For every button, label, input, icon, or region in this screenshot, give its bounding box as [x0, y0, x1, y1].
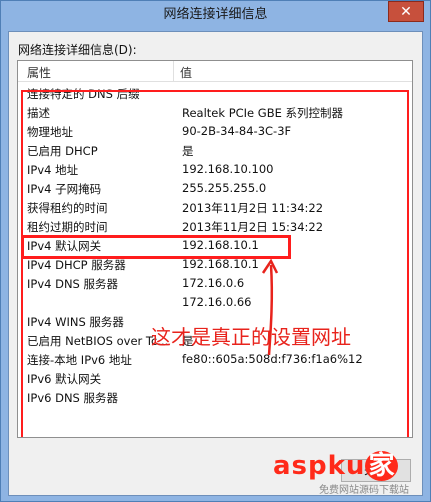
watermark-subtitle: 免费网站源码下载站	[319, 485, 409, 496]
row-property: 已启用 DHCP	[27, 144, 98, 158]
table-row[interactable]: 连接-本地 IPv6 地址 fe80::605a:508d:f736:f1a6%1…	[18, 350, 412, 369]
row-value: 2013年11月2日 15:34:22	[182, 220, 324, 234]
close-window-button[interactable]: ✕	[388, 1, 424, 22]
row-value: 90-2B-34-84-3C-3F	[182, 124, 292, 138]
row-value: 255.255.255.0	[182, 181, 267, 195]
row-value: 172.16.0.6	[182, 276, 245, 290]
table-row[interactable]: IPv4 默认网关 192.168.10.1	[18, 236, 412, 255]
table-row[interactable]: IPv6 DNS 服务器	[18, 388, 412, 407]
row-value: 是	[182, 144, 194, 158]
row-property: IPv4 地址	[27, 163, 79, 177]
list-header: 属性 值	[18, 61, 412, 82]
details-group-label: 网络连接详细信息(D):	[18, 43, 137, 57]
row-value: 192.168.10.1	[182, 238, 259, 252]
row-property: IPv4 子网掩码	[27, 182, 102, 196]
table-row[interactable]: IPv4 DNS 服务器 172.16.0.6	[18, 274, 412, 293]
table-row[interactable]: 已启用 DHCP 是	[18, 141, 412, 160]
table-row[interactable]: IPv4 子网掩码 255.255.255.0	[18, 179, 412, 198]
title-bar[interactable]: 网络连接详细信息 ✕	[1, 1, 430, 29]
table-row[interactable]: IPv4 地址 192.168.10.100	[18, 160, 412, 179]
row-property: IPv4 默认网关	[27, 239, 102, 253]
details-listview[interactable]: 属性 值 连接特定的 DNS 后缀 描述 Realtek PCIe GBE 系列控制…	[17, 60, 413, 438]
row-property: 租约过期的时间	[27, 220, 108, 234]
row-property: 物理地址	[27, 125, 73, 139]
table-row[interactable]: 租约过期的时间 2013年11月2日 15:34:22	[18, 217, 412, 236]
window-title: 网络连接详细信息	[163, 7, 268, 22]
table-row[interactable]: 连接特定的 DNS 后缀	[18, 84, 412, 103]
row-property: 已启用 NetBIOS over Tc...	[27, 334, 169, 348]
table-row[interactable]: 物理地址 90-2B-34-84-3C-3F	[18, 122, 412, 141]
row-property: IPv6 默认网关	[27, 372, 102, 386]
table-row[interactable]: IPv6 默认网关	[18, 369, 412, 388]
row-property: 连接特定的 DNS 后缀	[27, 87, 140, 101]
row-value: 192.168.10.100	[182, 162, 274, 176]
column-separator[interactable]	[173, 61, 174, 81]
row-property: IPv4 WINS 服务器	[27, 315, 124, 329]
watermark-logo-text: aspku	[273, 451, 366, 481]
row-value: 2013年11月2日 11:34:22	[182, 201, 324, 215]
row-property: 连接-本地 IPv6 地址	[27, 353, 132, 367]
table-row[interactable]: 描述 Realtek PCIe GBE 系列控制器	[18, 103, 412, 122]
watermark-logo-suffix: 家	[365, 451, 399, 481]
watermark-logo: aspku 家	[273, 445, 399, 482]
column-header-property[interactable]: 属性	[27, 64, 51, 81]
table-row[interactable]: 172.16.0.66	[18, 293, 412, 312]
row-property: 描述	[27, 106, 50, 120]
column-header-value[interactable]: 值	[180, 64, 192, 81]
row-value: Realtek PCIe GBE 系列控制器	[182, 106, 343, 120]
row-property: IPv4 DNS 服务器	[27, 277, 119, 291]
table-row[interactable]: 获得租约的时间 2013年11月2日 11:34:22	[18, 198, 412, 217]
dialog-client-area: 网络连接详细信息(D): 属性 值 连接特定的 DNS 后缀 描述 Realtek …	[8, 31, 423, 496]
row-value: 172.16.0.66	[182, 295, 252, 309]
row-property: IPv4 DHCP 服务器	[27, 258, 126, 272]
row-property: IPv6 DNS 服务器	[27, 391, 119, 405]
annotation-text: 这才是真正的设置网址	[151, 325, 351, 349]
network-details-dialog: 网络连接详细信息 ✕ 网络连接详细信息(D): 属性 值 连接特定的 DNS 后…	[0, 0, 431, 502]
table-row[interactable]: IPv4 DHCP 服务器 192.168.10.1	[18, 255, 412, 274]
row-property: 获得租约的时间	[27, 201, 108, 215]
